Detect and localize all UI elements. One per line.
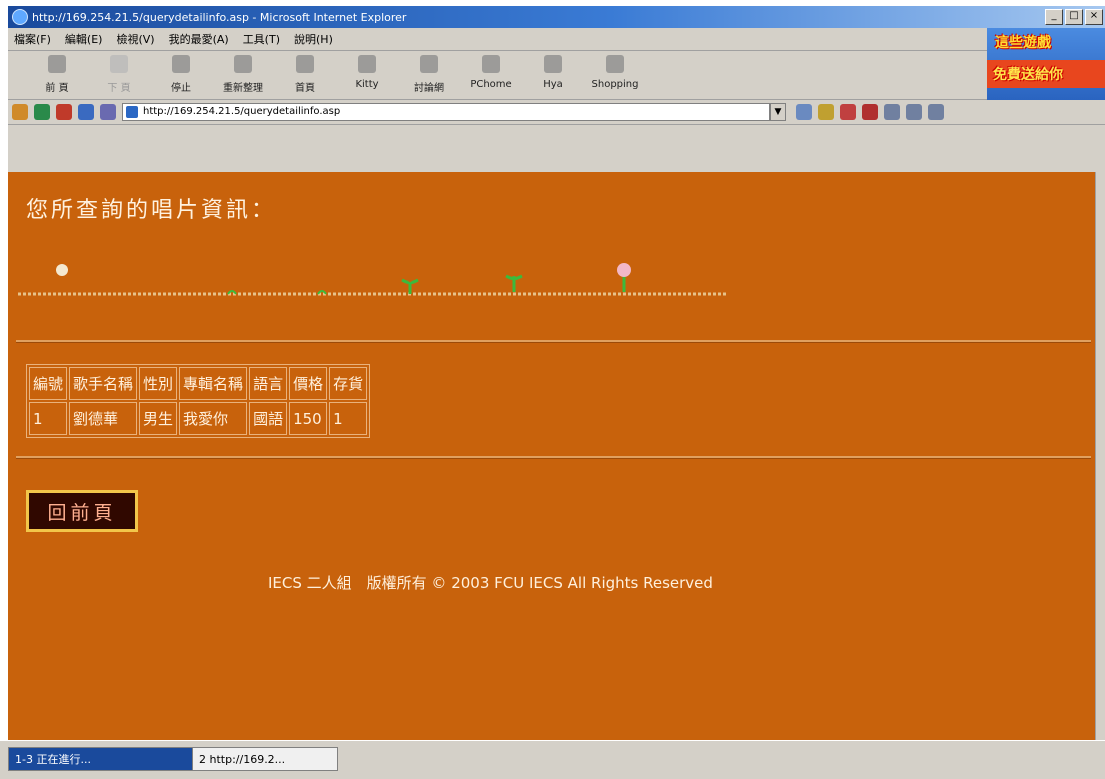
vertical-scrollbar[interactable] — [1095, 172, 1105, 740]
flower-divider-decoration — [18, 263, 728, 296]
media-icon[interactable] — [884, 104, 900, 120]
toolbar-label: 重新整理 — [223, 83, 263, 94]
shopping-link-button[interactable]: Shopping — [590, 51, 640, 90]
taskbar-item-1[interactable]: 1-3 正在進行... — [8, 747, 196, 771]
close-button[interactable]: × — [1085, 9, 1103, 25]
address-bar: http://169.254.21.5/querydetailinfo.asp … — [8, 100, 1105, 125]
page-icon — [126, 106, 138, 118]
page-heading: 您所查詢的唱片資訊： — [26, 198, 277, 223]
links-icon[interactable] — [12, 104, 28, 120]
favorites-icon[interactable] — [862, 104, 878, 120]
maximize-button[interactable]: □ — [1065, 9, 1083, 25]
toolbar-label: PChome — [470, 79, 512, 90]
refresh-button[interactable]: 重新整理 — [218, 51, 268, 94]
hya-icon — [544, 55, 562, 73]
shopping-icon — [606, 55, 624, 73]
menu-edit[interactable]: 編輯(E) — [65, 31, 103, 47]
table-cell: 國語 — [249, 402, 288, 435]
ad-banner[interactable]: 這些遊戲 免費送給你 — [987, 28, 1105, 100]
taskbar-item-2[interactable]: 2 http://169.2... — [192, 747, 338, 771]
forum-link-button[interactable]: 討論網 — [404, 51, 454, 94]
table-cell: 我愛你 — [179, 402, 248, 435]
ad-line-2: 免費送給你 — [987, 60, 1105, 88]
taskbar: 1-3 正在進行... 2 http://169.2... — [0, 740, 1105, 779]
refresh-icon — [234, 55, 252, 73]
stop-icon — [172, 55, 190, 73]
table-cell: 男生 — [139, 402, 178, 435]
column-header: 性別 — [139, 367, 178, 400]
back-toolbar-button[interactable]: 前 頁 — [32, 51, 82, 94]
search-icon[interactable] — [34, 104, 50, 120]
home-icon — [296, 55, 314, 73]
tools-icon[interactable] — [928, 104, 944, 120]
table-header-row: 編號 歌手名稱 性別 專輯名稱 語言 價格 存貨 — [29, 367, 368, 400]
column-header: 語言 — [249, 367, 288, 400]
forum-icon — [420, 55, 438, 73]
address-url: http://169.254.21.5/querydetailinfo.asp — [143, 106, 341, 117]
page-content: 您所查詢的唱片資訊： 編號 歌手名稱 性別 專輯名稱 語言 價格 存貨 1 劉德… — [8, 172, 1096, 740]
address-dropdown-button[interactable]: ▼ — [770, 103, 786, 121]
stop-button[interactable]: 停止 — [156, 51, 206, 94]
menu-file[interactable]: 檔案(F) — [14, 31, 51, 47]
messenger-icon[interactable] — [906, 104, 922, 120]
table-cell: 150 — [289, 402, 328, 435]
toolbar: 前 頁 下 頁 停止 重新整理 首頁 Kitty 討論網 PChome Hya … — [8, 51, 1105, 100]
table-cell: 1 — [29, 402, 68, 435]
browser-window: http://169.254.21.5/querydetailinfo.asp … — [8, 6, 1105, 740]
toolbar-label: Kitty — [355, 79, 379, 90]
toolbar-label: Hya — [543, 79, 563, 90]
kitty-icon — [358, 55, 376, 73]
column-header: 專輯名稱 — [179, 367, 248, 400]
ad-line-1: 這些遊戲 — [995, 35, 1051, 51]
pchome-link-button[interactable]: PChome — [466, 51, 516, 90]
table-row: 1 劉德華 男生 我愛你 國語 150 1 — [29, 402, 368, 435]
menu-favorites[interactable]: 我的最愛(A) — [169, 31, 229, 47]
mail-read-icon[interactable] — [818, 104, 834, 120]
album-info-table: 編號 歌手名稱 性別 專輯名稱 語言 價格 存貨 1 劉德華 男生 我愛你 國語… — [26, 364, 371, 438]
toolbar-label: 停止 — [171, 83, 191, 94]
forward-arrow-icon — [110, 55, 128, 73]
kitty-link-button[interactable]: Kitty — [342, 51, 392, 90]
horizontal-rule — [16, 456, 1091, 459]
toolbar-label: Shopping — [591, 79, 639, 90]
menu-view[interactable]: 檢視(V) — [116, 31, 154, 47]
ie-logo-icon — [12, 9, 28, 25]
print-icon[interactable] — [100, 104, 116, 120]
address-input[interactable]: http://169.254.21.5/querydetailinfo.asp — [122, 103, 770, 121]
hya-link-button[interactable]: Hya — [528, 51, 578, 90]
menu-bar: 檔案(F) 編輯(E) 檢視(V) 我的最愛(A) 工具(T) 說明(H) — [8, 28, 1105, 51]
forward-toolbar-button[interactable]: 下 頁 — [94, 51, 144, 94]
title-bar[interactable]: http://169.254.21.5/querydetailinfo.asp … — [8, 6, 1105, 28]
column-header: 編號 — [29, 367, 68, 400]
toolbar-label: 討論網 — [414, 83, 444, 94]
column-header: 存貨 — [329, 367, 368, 400]
table-cell: 1 — [329, 402, 368, 435]
menu-tools[interactable]: 工具(T) — [243, 31, 280, 47]
table-cell: 劉德華 — [69, 402, 138, 435]
toolbar-label: 下 頁 — [107, 83, 131, 94]
go-icon[interactable] — [796, 104, 812, 120]
horizontal-rule — [16, 340, 1091, 343]
window-title: http://169.254.21.5/querydetailinfo.asp … — [32, 10, 407, 24]
history-icon[interactable] — [78, 104, 94, 120]
back-page-button[interactable]: 回前頁 — [26, 490, 138, 532]
home-button[interactable]: 首頁 — [280, 51, 330, 94]
menu-help[interactable]: 說明(H) — [294, 31, 333, 47]
back-page-label: 回前頁 — [47, 501, 117, 524]
copyright-footer: IECS 二人組 版權所有 © 2003 FCU IECS All Rights… — [268, 574, 713, 592]
minimize-button[interactable]: _ — [1045, 9, 1063, 25]
pchome-icon — [482, 55, 500, 73]
home-small-icon[interactable] — [840, 104, 856, 120]
column-header: 歌手名稱 — [69, 367, 138, 400]
toolbar-label: 首頁 — [295, 83, 315, 94]
column-header: 價格 — [289, 367, 328, 400]
toolbar-label: 前 頁 — [45, 83, 69, 94]
mail-icon[interactable] — [56, 104, 72, 120]
back-arrow-icon — [48, 55, 66, 73]
